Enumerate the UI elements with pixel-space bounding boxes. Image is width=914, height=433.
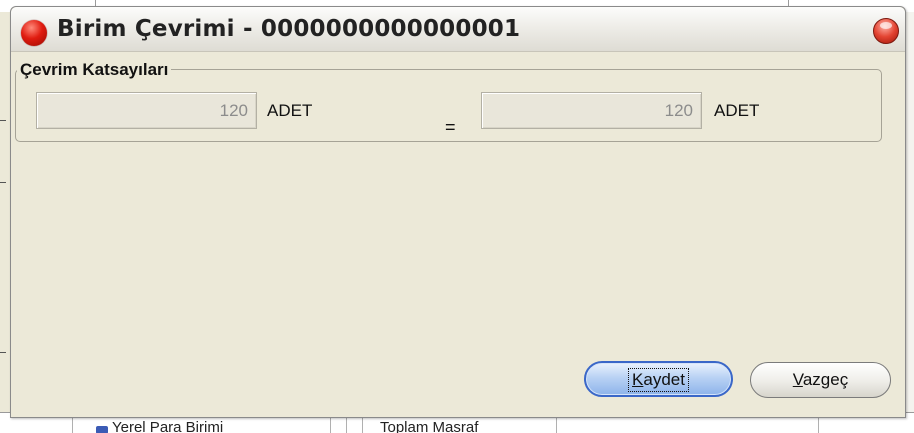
left-unit-label: ADET <box>267 101 313 120</box>
group-title: Çevrim Katsayıları <box>17 60 172 80</box>
right-unit-label: ADET <box>714 101 760 120</box>
close-button[interactable] <box>873 18 899 44</box>
left-quantity-field[interactable]: 120 <box>36 92 257 129</box>
save-button[interactable]: Kaydet <box>584 361 733 397</box>
red-orb-icon <box>21 20 47 46</box>
title-bar[interactable]: Birim Çevrimi - 0000000000000001 <box>11 7 905 52</box>
equals-sign: = <box>445 117 456 137</box>
background-window-left-edge <box>0 12 10 412</box>
background-fragment-right: Toplam Masraf <box>380 419 479 433</box>
close-icon <box>880 22 892 29</box>
right-quantity-field[interactable]: 120 <box>481 92 702 129</box>
window-title: Birim Çevrimi - 0000000000000001 <box>57 16 521 42</box>
cancel-button-label: Vazgeç <box>792 370 849 389</box>
cancel-button[interactable]: Vazgeç <box>750 362 891 398</box>
save-button-label: Kaydet <box>628 368 689 392</box>
background-fragment-left: Yerel Para Birimi <box>112 419 224 433</box>
